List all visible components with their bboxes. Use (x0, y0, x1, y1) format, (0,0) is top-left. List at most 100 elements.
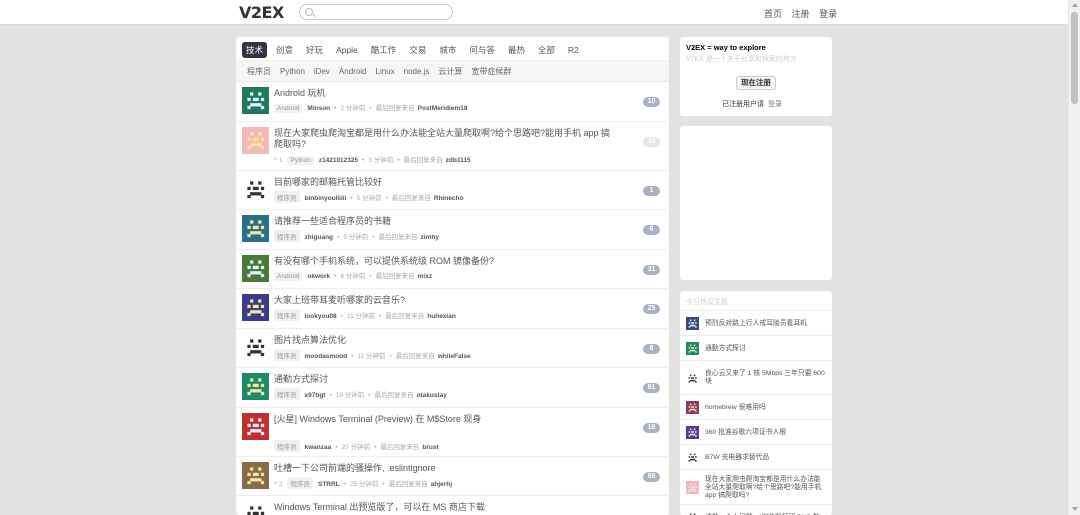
nav-register[interactable]: 注册 (792, 9, 810, 19)
reply-count-badge[interactable]: 98 (643, 471, 660, 482)
last-reply-user[interactable]: huhexian (427, 313, 456, 320)
topic-author[interactable]: lookyou08 (305, 313, 337, 320)
hot-topic-title[interactable]: 360 批准谷歌六项证书入根 (705, 429, 827, 437)
hot-topic-item[interactable]: 请教一个小问题，[浏览器打印 PHP 数 (680, 505, 832, 515)
tab-4[interactable]: 酷工作 (367, 42, 401, 58)
vote-count[interactable]: ^ 2 (274, 481, 282, 488)
reply-count-badge[interactable]: 6 (643, 225, 660, 235)
subtab-2[interactable]: iDev (314, 67, 330, 76)
avatar[interactable] (242, 87, 269, 114)
tab-7[interactable]: 问与答 (465, 42, 499, 58)
reply-count-badge[interactable]: 18 (643, 422, 660, 433)
hot-topic-title[interactable]: 现在大家爬虫爬淘宝都是用什么办法能全站大量爬取啊?给个思路吧?能用手机 app … (705, 476, 827, 500)
topic-author[interactable]: binbinyouliiiii (305, 195, 347, 202)
subtab-0[interactable]: 程序员 (247, 66, 271, 77)
reply-count-badge[interactable]: 81 (643, 383, 660, 393)
hot-topic-item[interactable]: 360 批准谷歌六项证书入根 (680, 420, 832, 445)
reply-count-badge[interactable]: 10 (643, 97, 660, 107)
topic-author[interactable]: zhiguang (305, 234, 334, 241)
table-row[interactable]: 目前哪家的邮箱托管比较好 程序员 binbinyouliiiii • 5 分钟前 • 最后回… (236, 171, 669, 210)
topic-author[interactable]: okwork (307, 273, 330, 280)
topic-title[interactable]: 吐槽一下公司前端的骚操作, .eslintignore (274, 463, 614, 474)
node-badge[interactable]: 程序员 (274, 388, 300, 400)
avatar[interactable] (686, 317, 699, 330)
last-reply-user[interactable]: whileFalse (438, 353, 471, 360)
site-logo[interactable]: V2EX (239, 3, 284, 22)
register-button[interactable]: 现在注册 (736, 76, 776, 90)
topic-title[interactable]: 有没有哪个手机系统，可以提供系统级 ROM 镜像备份? (274, 256, 614, 267)
reply-count-badge[interactable]: 8 (643, 343, 660, 354)
last-reply-user[interactable]: ahjerhj (431, 481, 452, 488)
topic-author[interactable]: kwanzaa (305, 444, 332, 451)
node-badge[interactable]: 程序员 (274, 230, 300, 242)
topic-title[interactable]: 请推荐一些适合程序员的书籍 (274, 216, 614, 227)
table-row[interactable]: 有没有哪个手机系统，可以提供系统级 ROM 镜像备份? Android okwork… (236, 250, 669, 289)
hot-topic-item[interactable]: 现在大家爬虫爬淘宝都是用什么办法能全站大量爬取啊?给个思路吧?能用手机 app … (680, 470, 832, 505)
topic-author[interactable]: STRRL (318, 481, 340, 488)
login-link[interactable]: 登录 (768, 101, 782, 108)
subtab-4[interactable]: Linux (376, 67, 395, 76)
avatar[interactable] (242, 254, 269, 282)
hot-topic-title[interactable]: homebrew 很难用吗 (705, 404, 827, 412)
page-scrollbar[interactable] (1068, 0, 1080, 515)
hot-topic-item[interactable]: B7W 充电器求替代品 (680, 445, 832, 470)
topic-title[interactable]: 图片找点算法优化 (274, 335, 614, 346)
last-reply-user[interactable]: otakustay (417, 392, 447, 399)
hot-topic-item[interactable]: homebrew 很难用吗 (680, 395, 832, 420)
node-badge[interactable]: 程序员 (287, 476, 313, 489)
avatar[interactable] (242, 412, 269, 440)
table-row[interactable]: Windows Terminal 出预览版了，可以在 MS 商店下载程序员lea… (236, 496, 669, 515)
table-row[interactable]: 图片找点算法优化 程序员 moodasmood • 11 分钟前 • 最后回复来自 while… (236, 329, 669, 368)
subtab-3[interactable]: Android (339, 67, 367, 76)
tab-5[interactable]: 交易 (405, 42, 430, 58)
hot-topic-title[interactable]: 预烈反对路上行人戒耳陵员看耳机 (705, 320, 827, 328)
avatar[interactable] (686, 426, 699, 439)
table-row[interactable]: Android 玩机 Android Minson • 2 分钟前 • 最后回复来自 Post… (236, 82, 669, 122)
nav-home[interactable]: 首页 (764, 9, 782, 19)
topic-title[interactable]: 现在大家爬虫爬淘宝都是用什么办法能全站大量爬取啊?给个思路吧?能用手机 app … (274, 128, 614, 150)
tab-3[interactable]: Apple (332, 43, 362, 57)
avatar[interactable] (242, 501, 269, 515)
vote-count[interactable]: ^ 1 (274, 157, 282, 164)
node-badge[interactable]: Android (274, 104, 303, 113)
topic-title[interactable]: Windows Terminal 出预览版了，可以在 MS 商店下载 (274, 502, 614, 513)
last-reply-user[interactable]: zimhy (421, 234, 439, 241)
avatar[interactable] (242, 373, 269, 400)
hot-topic-item[interactable]: 预烈反对路上行人戒耳陵员看耳机 (680, 311, 832, 336)
last-reply-user[interactable]: Rhinecho (434, 195, 464, 202)
tab-8[interactable]: 最热 (504, 42, 529, 58)
table-row[interactable]: 吐槽一下公司前端的骚操作, .eslintignore ^ 2 程序员 STRRL • 2… (236, 457, 669, 496)
tab-6[interactable]: 城市 (435, 42, 460, 58)
topic-title[interactable]: 通勤方式探讨 (274, 374, 614, 385)
last-reply-user[interactable]: PostMeridiem18 (418, 105, 468, 112)
topic-title[interactable]: [火星] Windows Terminal (Preview) 在 M$Stor… (274, 414, 614, 425)
scroll-down-arrow-icon[interactable] (1072, 507, 1078, 511)
node-badge[interactable]: 程序员 (274, 439, 300, 452)
node-badge[interactable]: 程序员 (274, 348, 300, 361)
hot-topic-item[interactable]: 通勤方式探讨 (680, 336, 832, 361)
table-row[interactable]: 请推荐一些适合程序员的书籍 程序员 zhiguang • 5 分钟前 • 最后回复来自 zim… (236, 210, 669, 250)
table-row[interactable]: 现在大家爬虫爬淘宝都是用什么办法能全站大量爬取啊?给个思路吧?能用手机 app … (236, 122, 669, 171)
subtab-1[interactable]: Python (280, 67, 305, 76)
table-row[interactable]: 通勤方式探讨 程序员 x97bgt • 19 分钟前 • 最后回复来自 otakustay 81 (236, 368, 669, 408)
topic-author[interactable]: x97bgt (305, 392, 326, 399)
avatar[interactable] (686, 342, 699, 355)
topic-title[interactable]: Android 玩机 (274, 88, 614, 99)
topic-title[interactable]: 目前哪家的邮箱托管比较好 (274, 177, 614, 188)
avatar[interactable] (242, 461, 269, 489)
topic-author[interactable]: z1421012325 (319, 157, 358, 164)
scrollbar-thumb[interactable] (1071, 12, 1078, 104)
topic-author[interactable]: Minson (307, 105, 330, 112)
node-badge[interactable]: Android (274, 271, 303, 281)
reply-count-badge[interactable]: 1 (643, 185, 660, 196)
scroll-up-arrow-icon[interactable] (1072, 3, 1078, 7)
hot-topic-item[interactable]: 良心云又来了 1 核 5Mbps 三年只要 600 块 (680, 361, 832, 395)
avatar[interactable] (686, 451, 699, 464)
topic-author[interactable]: moodasmood (305, 353, 348, 360)
node-badge[interactable]: 程序员 (274, 309, 300, 321)
avatar[interactable] (686, 401, 699, 414)
reply-count-badge[interactable]: 31 (643, 264, 660, 275)
avatar[interactable] (242, 294, 269, 321)
table-row[interactable]: 大家上班带耳麦听哪家的云音乐? 程序员 lookyou08 • 11 分钟前 • 最后回复来… (236, 289, 669, 329)
avatar[interactable] (242, 126, 269, 154)
